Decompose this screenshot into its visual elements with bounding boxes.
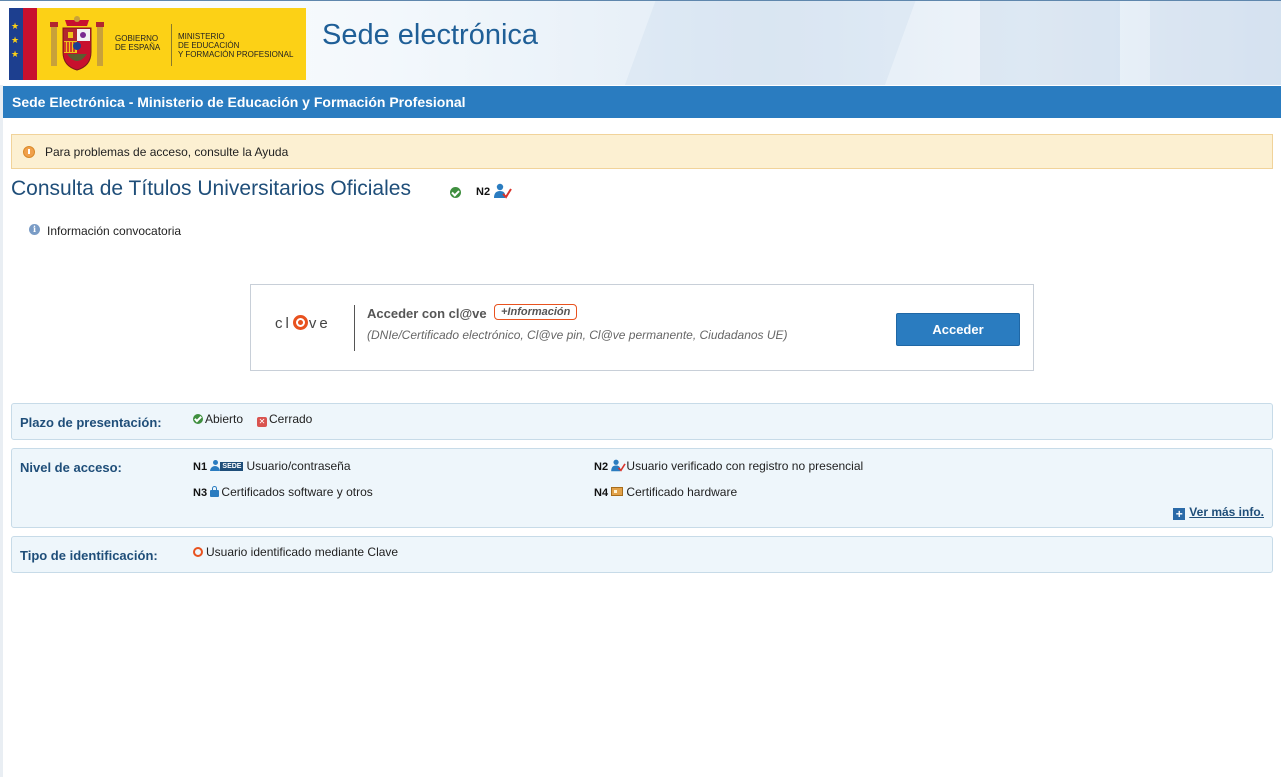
logo-divider [171, 24, 172, 66]
smartcard-icon [611, 487, 624, 496]
clave-more-info-link[interactable]: +Información [494, 304, 578, 320]
nivel-n3: N3 Certificados software y otros [193, 485, 373, 499]
page-title: Consulta de Títulos Universitarios Ofici… [11, 177, 411, 200]
header-decoration [1150, 1, 1281, 85]
star-icon: ★ [11, 35, 20, 45]
nivel-n4: N4 Certificado hardware [594, 485, 738, 499]
access-level-badge: N2 [476, 186, 491, 198]
clave-at-icon [292, 315, 308, 330]
gov-text: GOBIERNO DE ESPAÑA [115, 34, 161, 52]
site-title[interactable]: Sede electrónica [322, 19, 538, 52]
site-nav-bar: Sede Electrónica - Ministerio de Educaci… [3, 86, 1281, 118]
closed-x-icon: ✕ [257, 417, 267, 427]
lock-icon [210, 486, 220, 497]
clave-separator [354, 305, 355, 351]
ver-mas-info-link[interactable]: + Ver más info. [1173, 505, 1264, 520]
nivel-panel: Nivel de acceso: N1 SEDE Usuario/contrase… [11, 448, 1273, 528]
clave-description: (DNIe/Certificado electrónico, Cl@ve pin… [367, 328, 788, 342]
nivel-n1: N1 SEDE Usuario/contraseña [193, 459, 351, 473]
star-icon: ★ [11, 21, 20, 31]
open-check-icon [193, 414, 203, 424]
user-icon [210, 460, 221, 471]
user-verified-icon [611, 459, 627, 472]
plazo-panel: Plazo de presentación: Abierto ✕ Cerrado [11, 403, 1273, 440]
clave-label: Acceder con cl@ve [367, 306, 487, 321]
plazo-closed: ✕ Cerrado [257, 412, 313, 427]
clave-login-box: cl ve Acceder con cl@ve +Información (DNI… [250, 284, 1034, 371]
header-decoration [624, 1, 916, 85]
info-icon: i [29, 224, 40, 235]
coat-of-arms-icon [50, 16, 104, 71]
plazo-open: Abierto [193, 412, 243, 426]
star-icon: ★ [11, 49, 20, 59]
warning-icon [23, 146, 35, 158]
tipo-value: Usuario identificado mediante Clave [193, 545, 398, 559]
site-header: ★ ★ ★ GOBIERNO DE ESPAÑA MINISTERIO DE E… [0, 0, 1281, 85]
nivel-n2: N2 Usuario verificado con registro no pr… [594, 459, 864, 473]
nivel-label: Nivel de acceso: [20, 460, 122, 475]
info-convocatoria-text[interactable]: Información convocatoria [47, 224, 181, 238]
acceder-button[interactable]: Acceder [896, 313, 1020, 346]
government-logo[interactable]: ★ ★ ★ GOBIERNO DE ESPAÑA MINISTERIO DE E… [9, 8, 306, 80]
user-verified-icon [494, 183, 512, 199]
tipo-label: Tipo de identificación: [20, 548, 158, 563]
header-decoration [980, 1, 1120, 85]
tipo-panel: Tipo de identificación: Usuario identifi… [11, 536, 1273, 573]
plus-icon: + [1173, 508, 1186, 520]
spain-flag-stripe [23, 8, 37, 80]
sede-tag-icon: SEDE [220, 462, 244, 471]
clave-logo: cl ve [275, 315, 331, 332]
clave-icon [193, 547, 203, 557]
ministry-text: MINISTERIO DE EDUCACIÓN Y FORMACIÓN PROF… [178, 32, 294, 59]
alert-text[interactable]: Para problemas de acceso, consulte la Ay… [45, 145, 288, 159]
access-help-alert: Para problemas de acceso, consulte la Ay… [11, 134, 1273, 169]
nav-bar-title[interactable]: Sede Electrónica - Ministerio de Educaci… [12, 94, 466, 110]
open-status-icon [450, 187, 461, 198]
plazo-label: Plazo de presentación: [20, 415, 162, 430]
